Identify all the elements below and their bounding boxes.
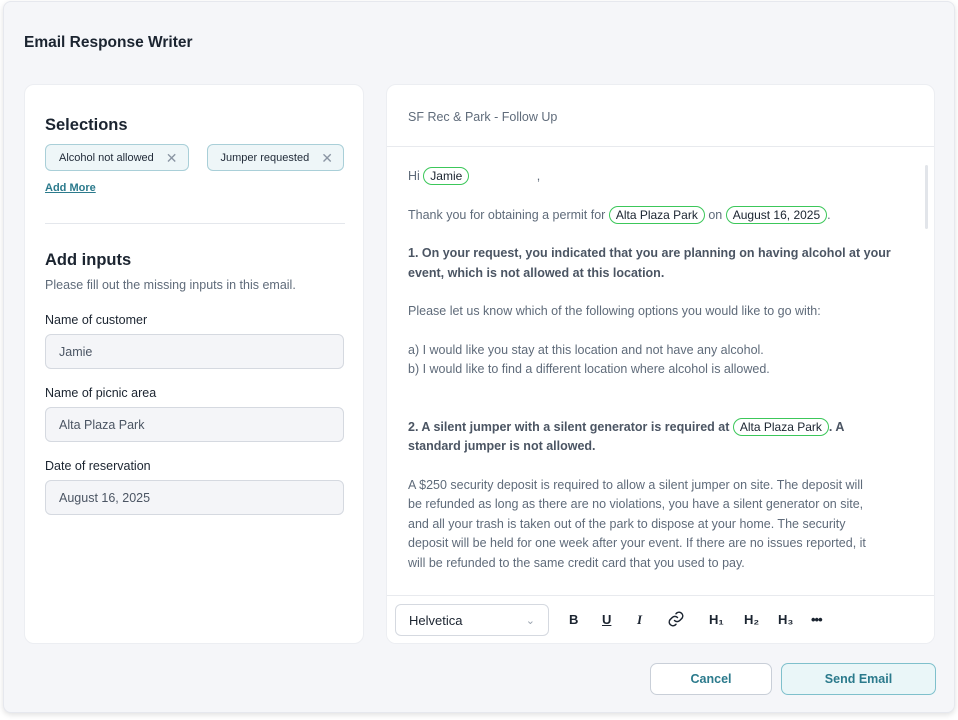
more-options-icon[interactable]: ••• bbox=[811, 612, 823, 627]
thanks-text: Thank you for obtaining a permit for bbox=[408, 207, 606, 222]
deposit-line: deposit will be held for one week after … bbox=[408, 536, 866, 550]
add-inputs-title: Add inputs bbox=[45, 251, 132, 269]
app-window: Email Response Writer Selections Alcohol… bbox=[3, 1, 955, 713]
greeting-line: Hi Jamie , bbox=[408, 167, 898, 187]
picnic-area-label: Name of picnic area bbox=[45, 386, 157, 400]
deposit-line: will be refunded to the same credit card… bbox=[408, 555, 745, 570]
chip-label: Jumper requested bbox=[220, 151, 310, 164]
thanks-line: Thank you for obtaining a permit for Alt… bbox=[408, 205, 898, 226]
email-editor: SF Rec & Park - Follow Up Hi Jamie , Tha… bbox=[386, 84, 935, 644]
option-b: b) I would like to find a different loca… bbox=[408, 362, 770, 376]
picnic-area-field[interactable] bbox=[45, 407, 344, 442]
email-subject[interactable]: SF Rec & Park - Follow Up bbox=[408, 110, 557, 124]
park-token[interactable]: Alta Plaza Park bbox=[732, 417, 829, 436]
section2-suffix: . A bbox=[828, 419, 845, 434]
chip-jumper-requested[interactable]: Jumper requested ✕ bbox=[206, 144, 344, 171]
deposit-line: and all your trash is taken out of the p… bbox=[408, 516, 846, 531]
deposit-line: be refunded as long as there are no viol… bbox=[408, 497, 864, 511]
selection-chips: Alcohol not allowed ✕ Jumper requested ✕ bbox=[45, 144, 344, 171]
section1-line1: 1. On your request, you indicated that y… bbox=[408, 246, 891, 260]
formatting-toolbar: Helvetica ⌄ B U I H₁ H₂ H₃ ••• bbox=[387, 595, 934, 643]
cancel-button[interactable]: Cancel bbox=[650, 663, 772, 695]
bold-button[interactable]: B bbox=[569, 612, 578, 627]
on-text: on bbox=[708, 207, 723, 222]
customer-token[interactable]: Jamie bbox=[423, 167, 470, 185]
park-token[interactable]: Alta Plaza Park bbox=[608, 205, 705, 224]
greeting-comma: , bbox=[536, 169, 541, 183]
email-body[interactable]: Hi Jamie , Thank you for obtaining a per… bbox=[408, 167, 898, 573]
font-select-value: Helvetica bbox=[409, 612, 463, 628]
add-inputs-subtitle: Please fill out the missing inputs in th… bbox=[45, 278, 296, 292]
section2-line2: standard jumper is not allowed. bbox=[408, 439, 596, 453]
send-email-button[interactable]: Send Email bbox=[781, 663, 936, 695]
section2-line1: 2. A silent jumper with a silent generat… bbox=[408, 417, 898, 438]
reservation-date-label: Date of reservation bbox=[45, 459, 151, 473]
section1-line2: event, which is not allowed at this loca… bbox=[408, 265, 665, 280]
heading3-button[interactable]: H₃ bbox=[778, 612, 793, 627]
chevron-down-icon: ⌄ bbox=[525, 614, 535, 627]
greeting-text: Hi bbox=[408, 169, 420, 183]
deposit-line: A $250 security deposit is required to a… bbox=[408, 477, 863, 492]
reservation-date-field[interactable] bbox=[45, 480, 344, 515]
divider bbox=[45, 223, 345, 224]
heading2-button[interactable]: H₂ bbox=[744, 612, 759, 627]
section2-text: 2. A silent jumper with a silent generat… bbox=[408, 419, 730, 434]
link-icon[interactable] bbox=[667, 610, 685, 631]
selections-title: Selections bbox=[45, 116, 128, 134]
inputs-panel: Selections Alcohol not allowed ✕ Jumper … bbox=[24, 84, 364, 644]
period-text: . bbox=[827, 207, 831, 222]
date-token[interactable]: August 16, 2025 bbox=[725, 205, 828, 224]
customer-name-field[interactable] bbox=[45, 334, 344, 369]
add-more-link[interactable]: Add More bbox=[45, 182, 96, 194]
divider bbox=[387, 146, 934, 147]
font-select[interactable]: Helvetica ⌄ bbox=[395, 604, 549, 636]
app-title: Email Response Writer bbox=[24, 34, 193, 51]
options-intro: Please let us know which of the followin… bbox=[408, 304, 821, 318]
italic-button[interactable]: I bbox=[637, 612, 642, 628]
close-icon[interactable]: ✕ bbox=[166, 151, 178, 165]
option-a: a) I would like you stay at this locatio… bbox=[408, 342, 764, 357]
chip-label: Alcohol not allowed bbox=[59, 151, 154, 164]
chip-alcohol-not-allowed[interactable]: Alcohol not allowed ✕ bbox=[45, 144, 189, 171]
underline-button[interactable]: U bbox=[602, 612, 611, 627]
close-icon[interactable]: ✕ bbox=[321, 151, 333, 165]
heading1-button[interactable]: H₁ bbox=[709, 612, 724, 627]
scrollbar[interactable] bbox=[925, 165, 928, 229]
customer-name-label: Name of customer bbox=[45, 313, 148, 327]
